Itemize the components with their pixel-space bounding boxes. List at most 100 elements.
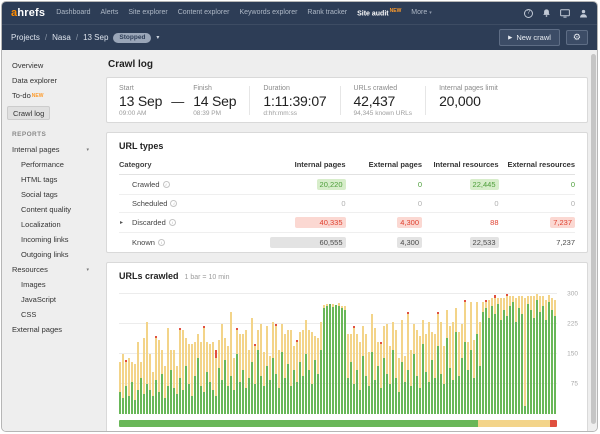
segment-3xx	[482, 302, 484, 312]
sidebar-item-internal-pages[interactable]: Internal pages▾	[12, 142, 97, 157]
segment-2xx	[266, 366, 268, 414]
segment-2xx	[323, 308, 325, 414]
stacked-bar	[458, 332, 460, 414]
category-cell: Scheduledi	[119, 199, 269, 208]
sidebar-item-social-tags[interactable]: Social tags	[12, 187, 97, 202]
segment-2xx	[491, 306, 493, 414]
segment-3xx	[155, 338, 157, 380]
nav-item-label: Site audit	[357, 11, 389, 18]
stacked-bar	[122, 354, 124, 414]
table-row-discarded[interactable]: ▸Discardedi40,3354,300887,237	[119, 212, 575, 232]
value-cell: 88	[422, 218, 499, 227]
segment-3xx	[185, 338, 187, 366]
nav-item-site-explorer[interactable]: Site explorer	[128, 9, 167, 16]
new-crawl-button[interactable]: ▶ New crawl	[499, 29, 560, 46]
segment-2xx	[242, 370, 244, 414]
expand-arrow-icon[interactable]: ▸	[120, 219, 123, 226]
nav-item-more[interactable]: More▾	[411, 9, 431, 16]
breadcrumb-nasa[interactable]: Nasa	[52, 33, 71, 42]
scrollbar[interactable]	[591, 54, 596, 424]
table-row-crawled[interactable]: Crawledi20,220022,4450	[119, 174, 575, 194]
status-badge[interactable]: Stopped	[113, 33, 151, 43]
sidebar-item-crawl-log[interactable]: Crawl log	[12, 103, 97, 123]
segment-2xx	[257, 350, 259, 414]
stat-sublabel: 94,345 known URLs	[354, 110, 413, 117]
stacked-bar	[491, 298, 493, 414]
desktop-icon[interactable]	[560, 9, 570, 18]
info-icon[interactable]: i	[163, 181, 170, 188]
sidebar-item-data-explorer[interactable]: Data explorer	[12, 73, 97, 88]
sidebar-item-css[interactable]: CSS	[12, 307, 97, 322]
help-icon[interactable]: ?	[524, 9, 533, 18]
segment-2xx	[416, 376, 418, 414]
nav-item-keywords-explorer[interactable]: Keywords explorer	[239, 9, 297, 16]
sidebar-item-external-pages[interactable]: External pages	[12, 322, 97, 337]
stacked-bar	[551, 298, 553, 414]
stat-urls-crawled: URLs crawled42,43794,345 known URLs	[354, 85, 413, 117]
stacked-bar	[167, 328, 169, 414]
sidebar-item-outgoing-links[interactable]: Outgoing links	[12, 247, 97, 262]
segment-2xx	[167, 386, 169, 414]
segment-3xx	[296, 342, 298, 382]
stacked-bar	[245, 330, 247, 414]
segment-2xx	[140, 378, 142, 414]
breadcrumb-separator: /	[45, 33, 47, 42]
breadcrumb-projects[interactable]: Projects	[11, 33, 40, 42]
sidebar-item-incoming-links[interactable]: Incoming links	[12, 232, 97, 247]
sidebar-item-images[interactable]: Images	[12, 277, 97, 292]
sidebar-item-javascript[interactable]: JavaScript	[12, 292, 97, 307]
segment-2xx	[128, 396, 130, 414]
settings-button[interactable]: ⚙	[566, 30, 588, 45]
bell-icon[interactable]	[542, 8, 551, 18]
segment-3xx	[200, 342, 202, 386]
breadcrumb-13-sep[interactable]: 13 Sep	[83, 33, 108, 42]
segment-3xx	[365, 334, 367, 376]
info-icon[interactable]: i	[169, 219, 176, 226]
sidebar-item-localization[interactable]: Localization	[12, 217, 97, 232]
stacked-bar	[443, 346, 445, 414]
segment-3xx	[278, 350, 280, 388]
info-icon[interactable]: i	[158, 239, 165, 246]
segment-2xx	[233, 390, 235, 414]
stacked-bar	[236, 328, 238, 414]
new-badge: NEW	[32, 93, 44, 99]
segment-2xx	[314, 360, 316, 414]
table-row-scheduled[interactable]: Scheduledi0000	[119, 194, 575, 212]
segment-2xx	[410, 386, 412, 414]
sidebar-item-label: To-do	[12, 91, 31, 100]
nav-item-alerts[interactable]: Alerts	[100, 9, 118, 16]
sidebar-item-overview[interactable]: Overview	[12, 58, 97, 73]
stacked-bar	[233, 358, 235, 414]
sidebar-item-content-quality[interactable]: Content quality	[12, 202, 97, 217]
stacked-bar	[224, 338, 226, 414]
user-icon[interactable]	[579, 9, 588, 18]
segment-2xx	[260, 376, 262, 414]
ahrefs-logo[interactable]: ahrefs	[11, 7, 45, 19]
y-tick-label: 150	[567, 351, 578, 358]
segment-3xx	[215, 358, 217, 396]
segment-2xx	[464, 342, 466, 414]
stacked-bar	[350, 334, 352, 414]
sidebar-item-html-tags[interactable]: HTML tags	[12, 172, 97, 187]
nav-item-label: Dashboard	[56, 9, 90, 16]
nav-item-dashboard[interactable]: Dashboard	[56, 9, 90, 16]
nav-item-site-audit[interactable]: Site auditNEW	[357, 8, 401, 17]
nav-item-content-explorer[interactable]: Content explorer	[178, 9, 230, 16]
segment-3xx	[176, 366, 178, 394]
sidebar-item-to-do[interactable]: To-doNEW	[12, 88, 97, 103]
stacked-bar	[383, 326, 385, 414]
sidebar-item-performance[interactable]: Performance	[12, 157, 97, 172]
nav-item-rank-tracker[interactable]: Rank tracker	[307, 9, 347, 16]
table-row-known[interactable]: Knowni60,5554,30022,5337,237	[119, 232, 575, 252]
stat-value: 13 Sep	[119, 93, 162, 109]
chevron-down-icon[interactable]: ▾	[156, 34, 159, 41]
stacked-bar	[374, 328, 376, 414]
sidebar-item-resources[interactable]: Resources▾	[12, 262, 97, 277]
segment-2xx	[425, 372, 427, 414]
stacked-bar	[152, 372, 154, 414]
info-icon[interactable]: i	[170, 200, 177, 207]
value-cell: 4,300	[346, 237, 423, 248]
segment-2xx	[374, 380, 376, 414]
stacked-bar	[134, 364, 136, 414]
sidebar-item-label: Localization	[21, 220, 61, 229]
